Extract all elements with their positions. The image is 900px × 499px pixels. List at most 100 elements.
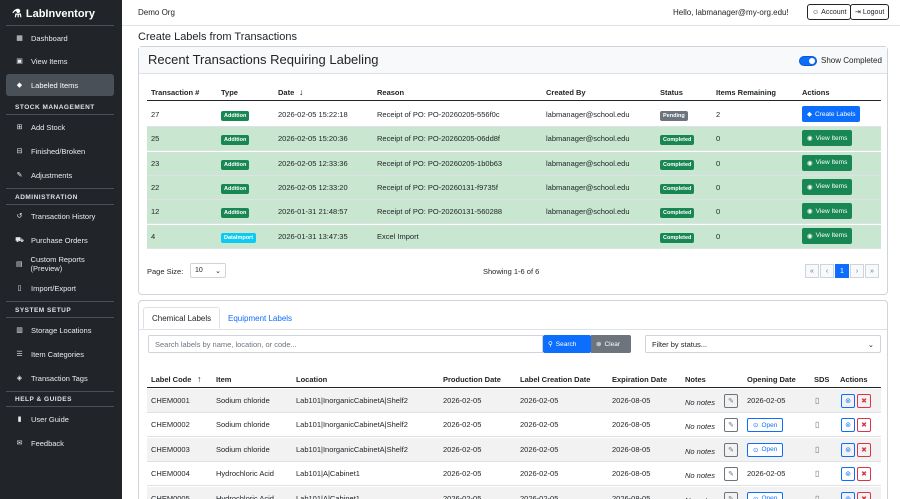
sidebar-item-view-items[interactable]: ▣ View Items	[6, 50, 114, 72]
label-code: CHEM0003	[151, 444, 190, 454]
col-header: Expiration Date	[612, 375, 668, 384]
delete-label-button[interactable]: ✖	[857, 491, 871, 499]
delete-label-button[interactable]: ✖	[857, 418, 871, 433]
print-label-button[interactable]: ⊚	[841, 418, 855, 433]
edit-notes-button[interactable]: ✎	[724, 467, 738, 482]
prev-page-button[interactable]: ‹	[820, 264, 834, 278]
sds-file-icon[interactable]: ▯	[815, 420, 819, 429]
transaction-date: 2026-02-05 15:22:18	[278, 110, 348, 119]
book-icon: ▮	[17, 415, 22, 423]
logout-button[interactable]: ⇥ Logout	[850, 4, 890, 20]
items-remaining: 0	[716, 231, 721, 241]
transaction-date: 2026-02-05 12:33:36	[278, 158, 348, 168]
sidebar-item-label: User Guide	[31, 414, 69, 424]
divider	[6, 301, 114, 302]
page-size-select[interactable]: 10 ⌄	[190, 263, 226, 278]
view-items-button[interactable]: ◉ View Items	[802, 203, 853, 220]
sds-file-icon[interactable]: ▯	[815, 469, 819, 478]
edit-notes-button[interactable]: ✎	[724, 442, 738, 457]
open-button[interactable]: ⊙Open	[747, 491, 784, 499]
print-label-button[interactable]: ⊚	[841, 467, 855, 482]
page-size-value: 10	[195, 267, 203, 274]
label-loc: Lab101|A|Cabinet1	[296, 469, 360, 479]
tab-equipment-labels[interactable]: Equipment Labels	[220, 307, 300, 329]
create-labels-button[interactable]: ◆ Create Labels	[802, 106, 861, 122]
sidebar-item-custom-reports[interactable]: ▤ Custom Reports (Preview)	[6, 253, 114, 275]
transaction-date: 2026-01-31 13:47:35	[278, 231, 348, 241]
show-completed-toggle[interactable]	[799, 56, 817, 66]
search-input[interactable]: Search labels by name, location, or code…	[148, 335, 543, 353]
brand[interactable]: ⚗ LabInventory	[12, 7, 95, 21]
status-badge: Completed	[660, 159, 695, 170]
tab-chemical-labels[interactable]: Chemical Labels	[143, 307, 221, 329]
sidebar-item-storage-locations[interactable]: ▥ Storage Locations	[6, 319, 114, 341]
edit-notes-button[interactable]: ✎	[724, 418, 738, 433]
open-button[interactable]: ⊙Open	[747, 442, 784, 457]
sidebar-item-adjustments[interactable]: ✎ Adjustments	[6, 164, 114, 186]
search-button[interactable]: ⚲ Search	[543, 335, 591, 353]
sds-file-icon[interactable]: ▯	[815, 494, 819, 499]
sidebar-item-transaction-history[interactable]: ↺ Transaction History	[6, 205, 114, 227]
sidebar-item-item-categories[interactable]: ☰ Item Categories	[6, 343, 114, 365]
edit-notes-button[interactable]: ✎	[724, 394, 738, 408]
sidebar-item-purchase-orders[interactable]: ⛟ Purchase Orders	[6, 229, 114, 251]
sidebar-item-transaction-tags[interactable]: ◈ Transaction Tags	[6, 367, 114, 389]
page-title: Create Labels from Transactions	[138, 31, 297, 43]
card-title: Recent Transactions Requiring Labeling	[148, 52, 379, 67]
label-loc: Lab101|InorganicCabinetA|Shelf2	[296, 420, 408, 430]
view-items-button[interactable]: ◉ View Items	[802, 154, 853, 171]
col-header: Created By	[546, 88, 586, 97]
section-header: STOCK MANAGEMENT	[15, 104, 95, 111]
minus-square-icon: ⊟	[16, 147, 23, 155]
label-loc: Lab101|InorganicCabinetA|Shelf2	[296, 396, 408, 405]
sidebar-item-label: Labeled Items	[31, 80, 79, 90]
delete-label-button[interactable]: ✖	[857, 394, 871, 408]
print-label-button[interactable]: ⊚	[841, 394, 855, 408]
view-items-button[interactable]: ◉ View Items	[802, 130, 853, 147]
pencil-icon: ✎	[16, 171, 23, 179]
view-items-button[interactable]: ◉ View Items	[802, 178, 853, 195]
status-filter-select[interactable]: Filter by status... ⌄	[645, 335, 881, 353]
label-exp: 2026-08-05	[612, 444, 651, 454]
col-header: Opening Date	[747, 375, 796, 384]
col-header: Type	[221, 88, 238, 97]
delete-label-button[interactable]: ✖	[857, 467, 871, 482]
col-header: Reason	[377, 88, 405, 97]
sidebar-item-import-export[interactable]: ▯ Import/Export	[6, 277, 114, 299]
transaction-reason: Receipt of PO: PO-20260205-556f0c	[377, 110, 500, 119]
first-page-button[interactable]: «	[805, 264, 819, 278]
view-items-button[interactable]: ◉ View Items	[802, 227, 853, 244]
sidebar-item-label: Dashboard	[31, 33, 68, 43]
delete-label-button[interactable]: ✖	[857, 442, 871, 457]
col-header[interactable]: Date	[278, 88, 294, 97]
tags-icon: ◈	[16, 374, 23, 382]
sidebar-item-add-stock[interactable]: ⊞ Add Stock	[6, 116, 114, 138]
sidebar-item-user-guide[interactable]: ▮ User Guide	[6, 408, 114, 430]
print-label-button[interactable]: ⊚	[841, 491, 855, 499]
sidebar-item-finished-broken[interactable]: ⊟ Finished/Broken	[6, 140, 114, 162]
chart-icon: ▤	[15, 260, 23, 268]
table-row	[147, 151, 881, 176]
edit-notes-button[interactable]: ✎	[724, 491, 738, 499]
sidebar-item-feedback[interactable]: ✉ Feedback	[6, 432, 114, 454]
trash-icon: ✖	[861, 422, 867, 430]
clear-button[interactable]: ⊗ Clear	[591, 335, 631, 353]
sds-file-icon[interactable]: ▯	[815, 445, 819, 454]
sidebar-item-dashboard[interactable]: ▦ Dashboard	[6, 27, 114, 49]
print-label-button[interactable]: ⊚	[841, 442, 855, 457]
type-badge: DataImport	[221, 232, 257, 243]
sidebar-item-labeled-items[interactable]: ◆ Labeled Items	[6, 74, 114, 96]
divider	[6, 188, 114, 189]
label-created: 2026-02-05	[520, 469, 559, 479]
account-button[interactable]: ☺ Account	[807, 4, 852, 20]
open-button[interactable]: ⊙Open	[747, 418, 784, 433]
last-page-button[interactable]: »	[865, 264, 879, 278]
chevron-down-icon: ⌄	[215, 268, 221, 275]
col-header[interactable]: Label Code	[151, 375, 191, 384]
label-prod: 2026-02-05	[443, 493, 482, 499]
next-page-button[interactable]: ›	[850, 264, 864, 278]
page-1-button[interactable]: 1	[835, 264, 849, 278]
table-row	[147, 127, 881, 152]
table-row	[147, 175, 881, 200]
sds-file-icon[interactable]: ▯	[815, 396, 819, 405]
